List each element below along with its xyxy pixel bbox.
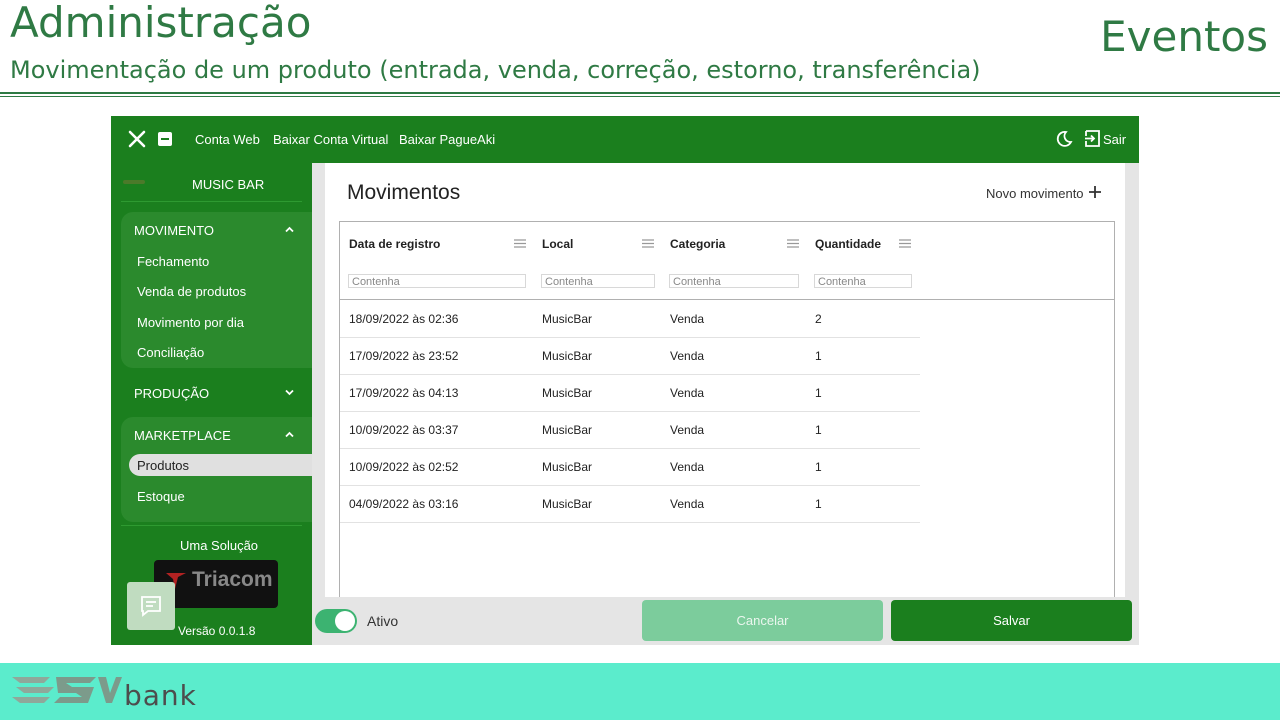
column-menu-icon[interactable] [787,239,799,248]
cell-date: 18/09/2022 às 02:36 [349,312,459,326]
cell-local: MusicBar [542,386,593,400]
footer-logo-text: bank [124,679,197,712]
chevron-up-icon[interactable] [285,430,294,439]
table-row[interactable]: 10/09/2022 às 03:37 MusicBar Venda 1 [340,411,920,449]
active-toggle-label: Ativo [367,613,399,629]
exit-icon[interactable] [1085,130,1101,147]
column-header-local[interactable]: Local [542,237,573,251]
logout-button[interactable]: Sair [1103,132,1126,147]
column-menu-icon[interactable] [514,239,526,248]
table-row[interactable]: 17/09/2022 às 23:52 MusicBar Venda 1 [340,337,920,375]
cell-quantity: 2 [815,312,822,326]
sidebar-group-producao[interactable]: PRODUÇÃO [134,386,209,401]
sidebar-item-estoque[interactable]: Estoque [137,489,185,504]
table-row[interactable]: 04/09/2022 às 03:16 MusicBar Venda 1 [340,485,920,523]
cell-local: MusicBar [542,423,593,437]
column-header-categoria[interactable]: Categoria [670,237,725,251]
page-title: Movimentos [347,181,461,204]
plus-icon[interactable] [1088,185,1102,199]
slide-footer: bank [0,663,1280,720]
cell-quantity: 1 [815,497,822,511]
solution-label: Uma Solução [180,538,259,553]
table-row[interactable]: 18/09/2022 às 02:36 MusicBar Venda 2 [340,300,920,338]
movements-table: Data de registro Local Categoria Quantid… [339,221,1115,602]
partner-logo-text: Triacom [192,568,273,591]
sidebar-item-fechamento[interactable]: Fechamento [137,254,209,269]
slide-title: Administração [10,0,312,47]
column-menu-icon[interactable] [899,239,911,248]
filter-input-local[interactable]: Contenha [541,274,655,288]
filter-input-quantidade[interactable]: Contenha [814,274,912,288]
chevron-down-icon[interactable] [285,388,294,397]
new-movement-button[interactable]: Novo movimento [986,186,1084,201]
table-row[interactable]: 10/09/2022 às 02:52 MusicBar Venda 1 [340,448,920,486]
sidebar-item-produtos[interactable]: Produtos [137,458,189,473]
moon-icon[interactable] [1055,130,1073,148]
cell-date: 17/09/2022 às 23:52 [349,349,459,363]
cell-category: Venda [670,386,705,400]
save-button[interactable]: Salvar [891,600,1132,641]
column-menu-icon[interactable] [642,239,654,248]
cell-category: Venda [670,312,705,326]
sidebar-group-title[interactable]: MOVIMENTO [134,223,214,238]
chat-icon [141,596,161,617]
sidebar-item-conciliacao[interactable]: Conciliação [137,345,204,360]
sidebar-group-title[interactable]: MARKETPLACE [134,428,231,443]
cell-local: MusicBar [542,497,593,511]
active-toggle[interactable] [315,609,357,633]
slide-tag: Eventos [1100,12,1268,61]
cancel-button[interactable]: Cancelar [642,600,883,641]
app-version: Versão 0.0.1.8 [178,624,256,638]
header-divider-thin [0,96,1280,97]
toggle-knob [335,611,355,631]
bottom-action-bar: Ativo Cancelar Salvar [312,597,1139,645]
header-divider [0,92,1280,94]
cell-quantity: 1 [815,349,822,363]
cell-category: Venda [670,460,705,474]
sidebar-divider [121,525,302,526]
sidebar-divider [121,201,302,202]
esv-logo-icon [12,677,122,703]
cell-category: Venda [670,497,705,511]
cell-quantity: 1 [815,460,822,474]
app-window: Conta Web Baixar Conta Virtual Baixar Pa… [111,116,1139,645]
nav-link-baixar-conta-virtual[interactable]: Baixar Conta Virtual [273,132,388,147]
cell-date: 10/09/2022 às 03:37 [349,423,459,437]
cell-date: 10/09/2022 às 02:52 [349,460,459,474]
top-bar: Conta Web Baixar Conta Virtual Baixar Pa… [111,116,1139,163]
slide-subtitle: Movimentação de um produto (entrada, ven… [10,56,981,84]
brand-logo [123,180,145,184]
column-header-quantidade[interactable]: Quantidade [815,237,881,251]
cell-category: Venda [670,349,705,363]
cell-local: MusicBar [542,312,593,326]
sidebar-group-movimento: MOVIMENTO Fechamento Venda de produtos M… [121,212,312,368]
cell-date: 04/09/2022 às 03:16 [349,497,459,511]
cell-local: MusicBar [542,460,593,474]
minimize-icon[interactable] [158,132,172,146]
table-row[interactable]: 17/09/2022 às 04:13 MusicBar Venda 1 [340,374,920,412]
sidebar-item-venda-de-produtos[interactable]: Venda de produtos [137,284,246,299]
brand-name: MUSIC BAR [192,177,265,192]
cell-local: MusicBar [542,349,593,363]
main-content: Movimentos Novo movimento Data de regist… [325,163,1125,602]
sidebar-item-movimento-por-dia[interactable]: Movimento por dia [137,315,244,330]
filter-input-data[interactable]: Contenha [348,274,526,288]
nav-link-conta-web[interactable]: Conta Web [195,132,260,147]
close-icon[interactable] [127,128,147,150]
cell-quantity: 1 [815,423,822,437]
sidebar: MUSIC BAR MOVIMENTO Fechamento Venda de … [111,163,312,645]
chevron-up-icon[interactable] [285,225,294,234]
column-header-data[interactable]: Data de registro [349,237,440,251]
sidebar-group-marketplace: MARKETPLACE Produtos Estoque [121,417,312,522]
cell-date: 17/09/2022 às 04:13 [349,386,459,400]
cell-category: Venda [670,423,705,437]
nav-link-baixar-pagueaki[interactable]: Baixar PagueAki [399,132,495,147]
chat-button[interactable] [127,582,175,630]
cell-quantity: 1 [815,386,822,400]
filter-input-categoria[interactable]: Contenha [669,274,799,288]
